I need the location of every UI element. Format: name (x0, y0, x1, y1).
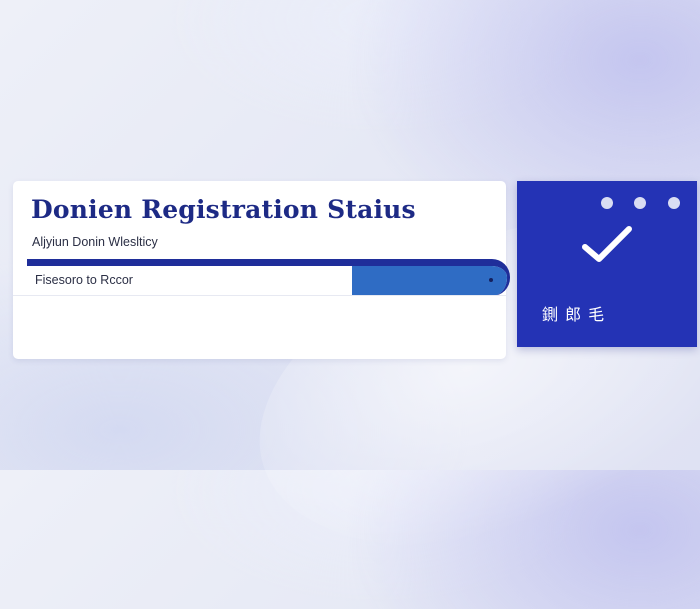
progress-indicator-dot (489, 278, 493, 282)
window-dot-icon (668, 197, 680, 209)
window-dot-icon (634, 197, 646, 209)
page-title: Donien Registration Staius (31, 195, 416, 224)
window-dot-icon (601, 197, 613, 209)
status-text: Fisesoro to Rccor (35, 273, 133, 287)
page-subtitle: Aljyiun Donin Wleslticy (32, 235, 158, 249)
checkmark-icon (582, 226, 632, 262)
panel-divider (13, 295, 506, 296)
status-card-label: 鍘 郎 毛 (542, 305, 606, 324)
status-progress-bar[interactable]: Fisesoro to Rccor (27, 259, 510, 296)
status-card[interactable]: 鍘 郎 毛 (517, 181, 697, 347)
registration-panel: Donien Registration Staius Aljyiun Donin… (13, 181, 510, 359)
progress-fill (352, 266, 507, 296)
